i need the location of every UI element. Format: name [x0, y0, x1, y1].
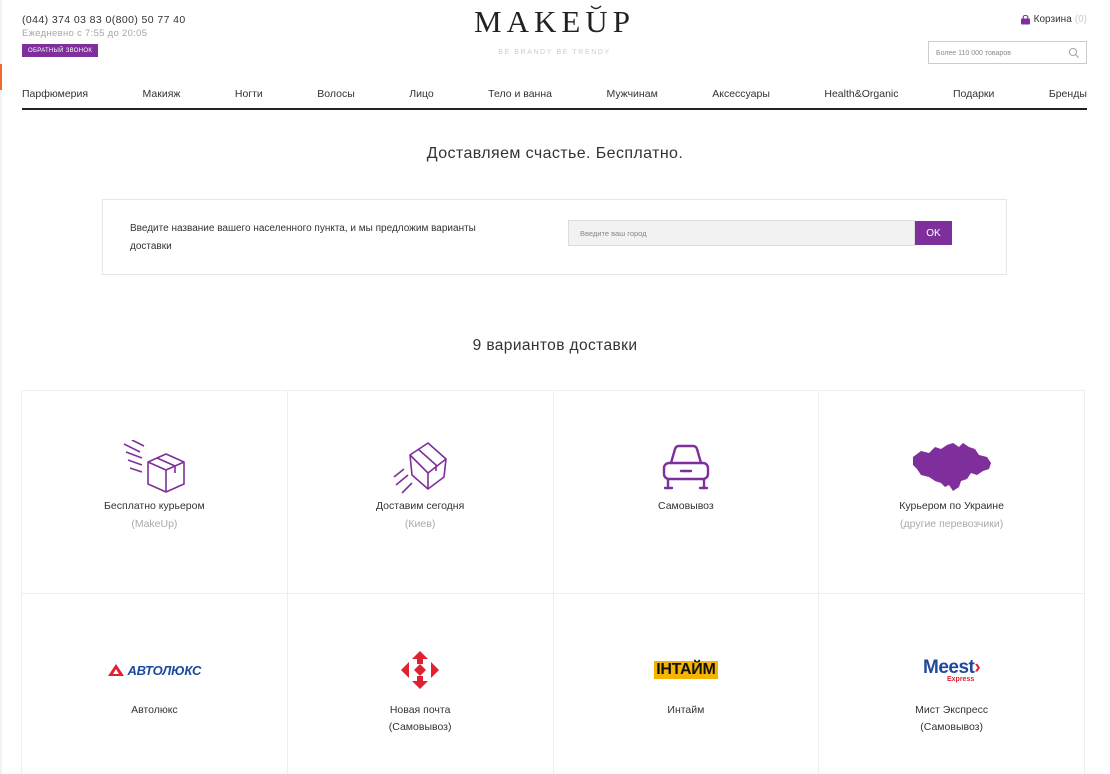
delivery-option-free-courier[interactable]: Бесплатно курьером (MakeUp)	[22, 391, 288, 594]
ukraine-map-icon	[912, 443, 991, 491]
nav-item-hair[interactable]: Волосы	[317, 88, 355, 100]
city-prompt: Введите название вашего населенного пунк…	[130, 223, 476, 252]
nav-item-body[interactable]: Тело и ванна	[488, 88, 552, 100]
nav-item-accessories[interactable]: Аксессуары	[712, 88, 770, 100]
search-box	[928, 41, 1087, 64]
delivery-option-label: Доставим сегодня	[375, 500, 465, 512]
autolux-triangle-icon	[108, 664, 125, 676]
delivery-option-sub: (MakeUp)	[131, 518, 178, 530]
delivery-option-sub: (Киев)	[404, 518, 436, 530]
main-nav: Парфюмерия Макияж Ногти Волосы Лицо Тело…	[22, 88, 1087, 110]
nav-item-face[interactable]: Лицо	[409, 88, 434, 100]
delivery-option-label: Автолюкс	[131, 704, 178, 716]
site-header: (044) 374 03 83 0(800) 50 77 40 Ежедневн…	[22, 0, 1087, 86]
search-input[interactable]	[929, 43, 1059, 64]
intime-logo: ІНТАЙМ	[654, 661, 718, 679]
flying-box-icon	[393, 442, 447, 494]
left-edge-tab	[0, 64, 2, 90]
box-courier-icon	[124, 440, 186, 493]
cart-bag-icon	[1020, 14, 1030, 24]
nav-item-brands[interactable]: Бренды	[1049, 88, 1087, 100]
delivery-option-label: Новая почта	[389, 704, 451, 716]
nova-poshta-logo	[401, 651, 440, 689]
car-icon	[662, 444, 710, 490]
delivery-options-grid: Бесплатно курьером (MakeUp) Доставим сег…	[21, 390, 1085, 774]
nav-item-men[interactable]: Мужчинам	[606, 88, 657, 100]
delivery-option-label: Самовывоз	[658, 500, 714, 512]
delivery-option-today[interactable]: Доставим сегодня (Киев)	[287, 391, 554, 594]
delivery-option-nova-poshta[interactable]: Новая почта (Самовывоз)	[288, 594, 554, 774]
nav-item-nails[interactable]: Ногти	[235, 88, 263, 100]
intime-logo-text: ІНТАЙМ	[654, 661, 718, 679]
delivery-option-pickup[interactable]: Самовывоз	[553, 391, 820, 594]
nav-item-gifts[interactable]: Подарки	[953, 88, 994, 100]
city-ok-button[interactable]: OK	[915, 221, 952, 245]
nav-item-parfum[interactable]: Парфюмерия	[22, 88, 88, 100]
delivery-option-ukraine-courier[interactable]: Курьером по Украине (другие перевозчики)	[819, 391, 1085, 594]
cart-count: (0)	[1074, 14, 1087, 25]
nav-item-makeup[interactable]: Макияж	[143, 88, 181, 100]
delivery-option-label: Мист Экспресс	[915, 704, 989, 716]
left-edge	[0, 0, 2, 774]
nav-item-health-organic[interactable]: Health&Organic	[824, 88, 898, 100]
autolux-logo-text: АВТОЛЮКС	[127, 662, 202, 678]
delivery-option-sub: (Самовывоз)	[388, 721, 452, 733]
city-search-panel: Введите название вашего населенного пунк…	[102, 199, 1007, 275]
delivery-option-meest[interactable]: Meest› Express Мист Экспресс (Самовывоз)	[819, 594, 1085, 774]
meest-logo: Meest› Express	[923, 656, 981, 683]
site-logo[interactable]: MAKEUP	[22, 4, 1087, 40]
cart-link[interactable]: Корзина (0)	[1020, 14, 1087, 25]
delivery-option-label: Интайм	[667, 704, 705, 716]
delivery-option-sub: (другие перевозчики)	[900, 518, 1004, 530]
city-input[interactable]	[568, 220, 915, 246]
delivery-variants-title: 9 вариантов доставки	[472, 337, 638, 354]
delivery-option-sub: (Самовывоз)	[920, 721, 983, 733]
search-icon[interactable]	[1068, 47, 1080, 59]
delivery-option-intime[interactable]: ІНТАЙМ Интайм	[554, 594, 820, 774]
cart-label: Корзина	[1033, 14, 1072, 25]
autolux-logo: АВТОЛЮКС	[107, 663, 201, 678]
meest-logo-text: Meest	[923, 656, 975, 678]
delivery-option-label: Бесплатно курьером	[104, 500, 205, 512]
delivery-option-autolux[interactable]: АВТОЛЮКС Автолюкс	[22, 594, 288, 774]
page-title: Доставляем счастье. Бесплатно.	[426, 145, 684, 162]
delivery-option-label: Курьером по Украине	[899, 500, 1004, 512]
